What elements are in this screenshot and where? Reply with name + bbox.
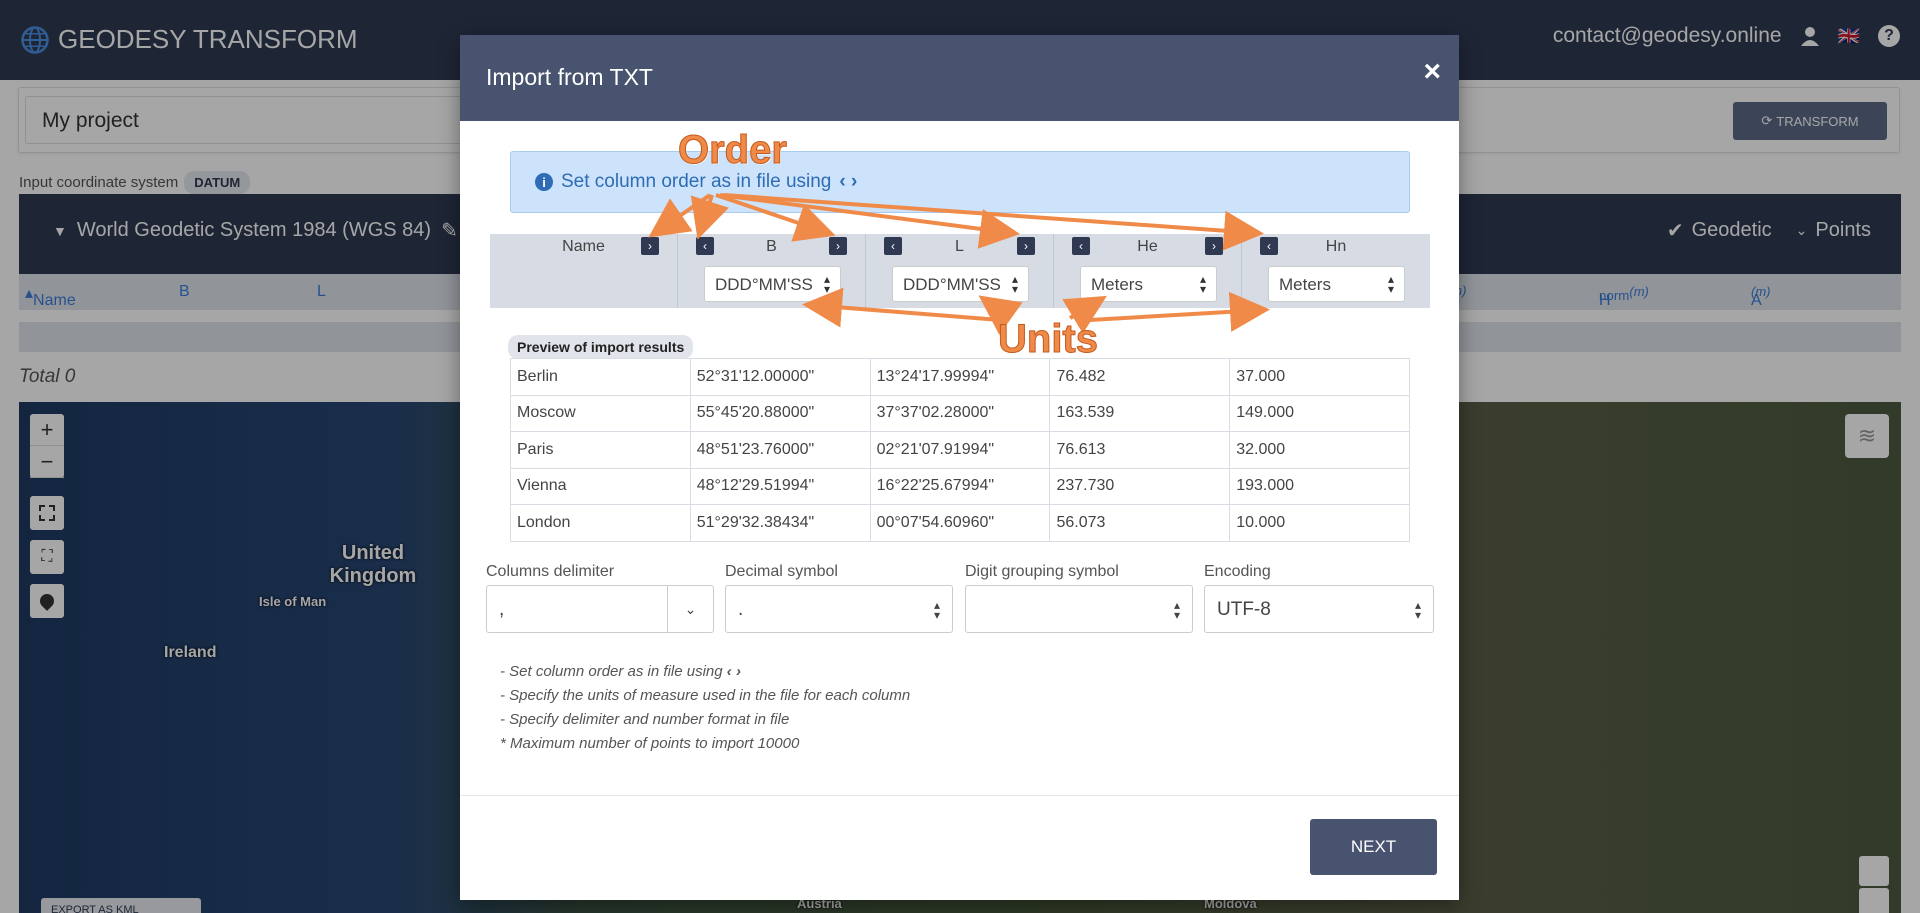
- annotation-arrows: [648, 193, 1270, 335]
- annotation-units: Units: [998, 317, 1099, 362]
- annotation-order: Order: [678, 128, 788, 173]
- order-arrows: [648, 193, 1264, 251]
